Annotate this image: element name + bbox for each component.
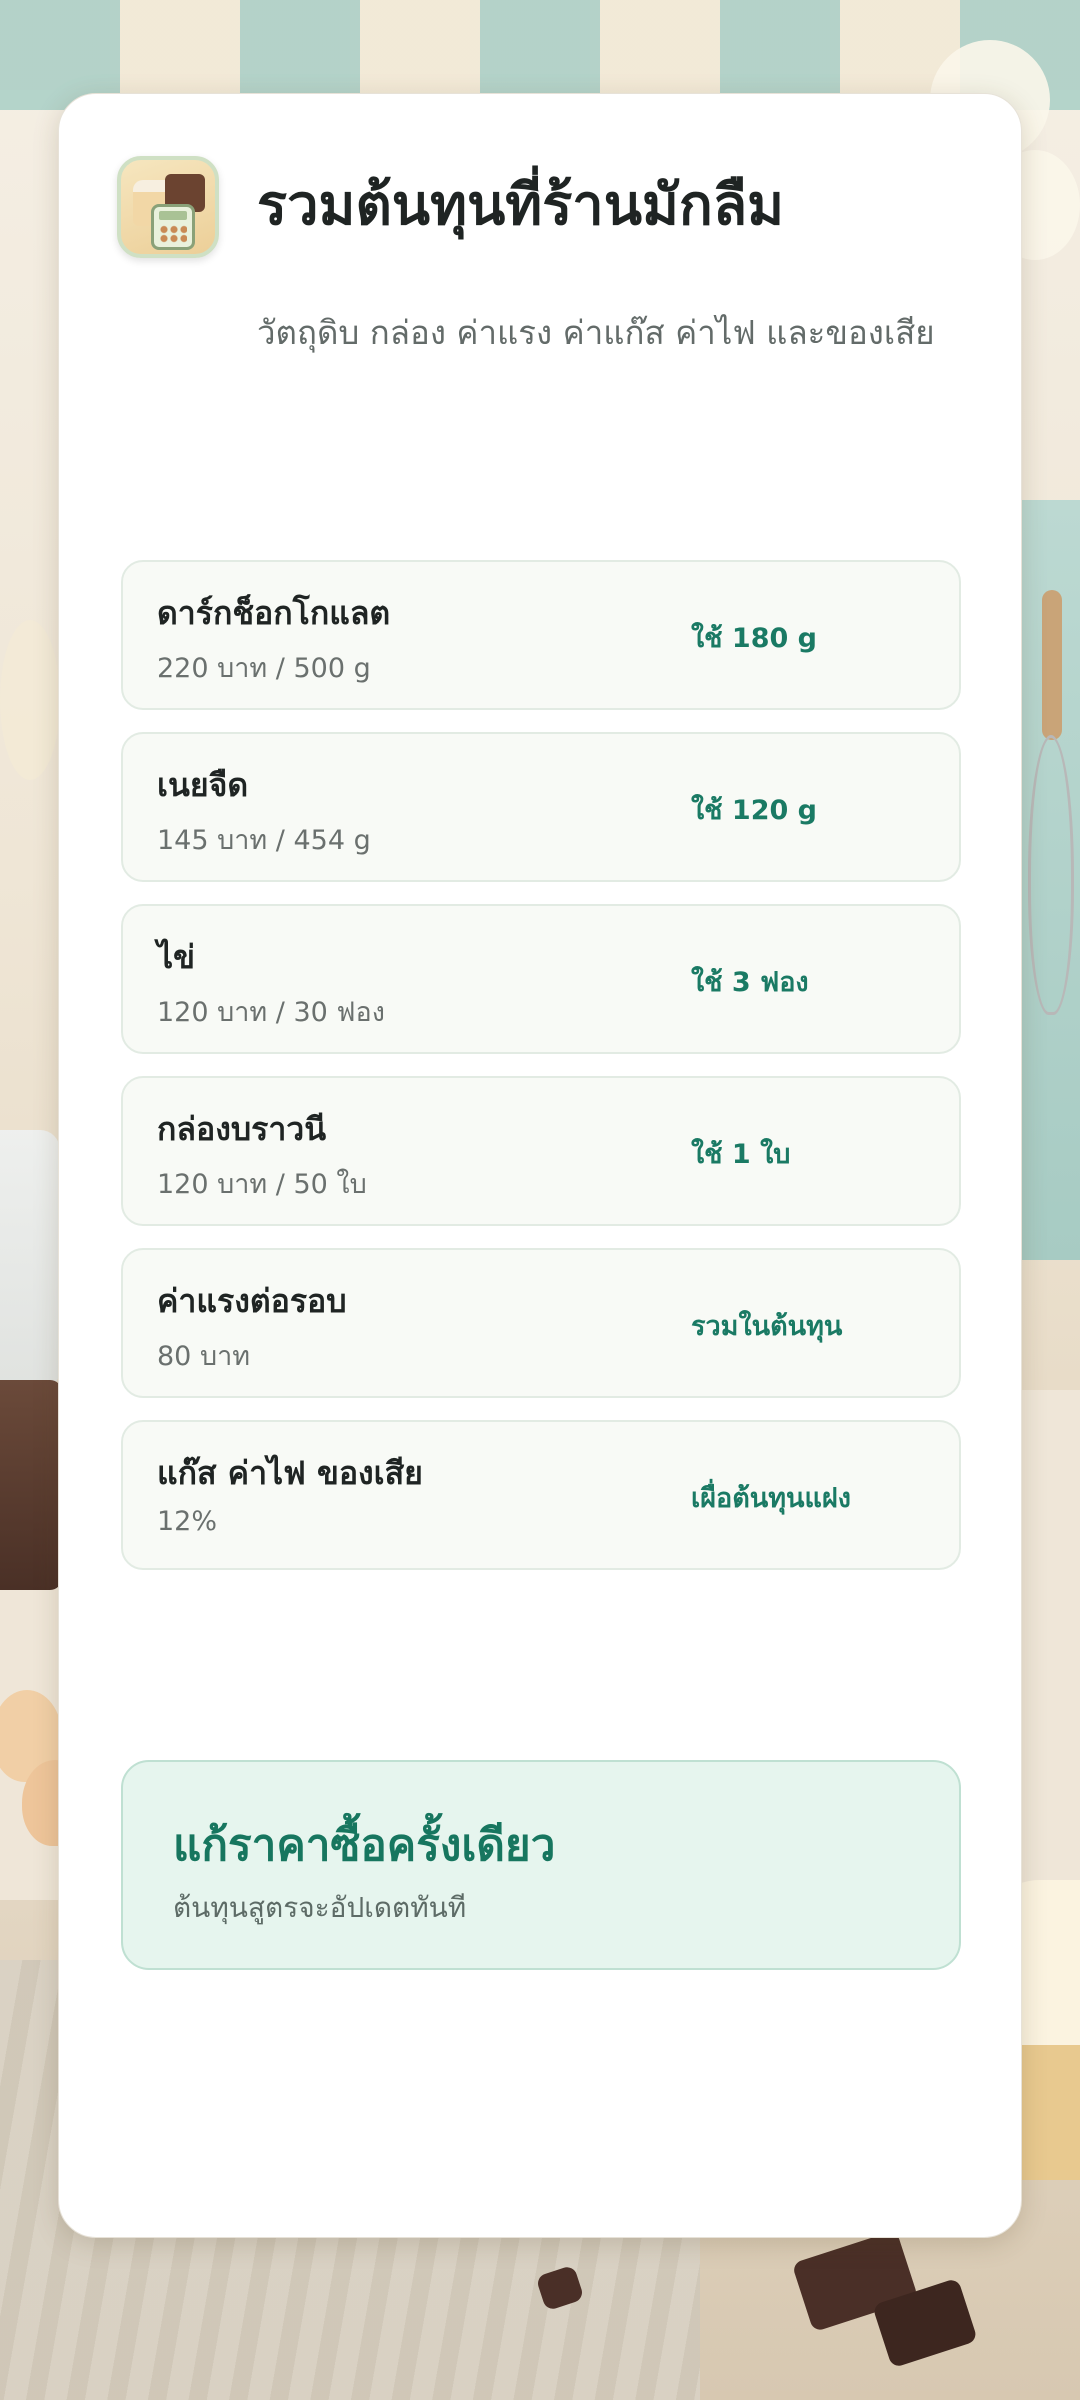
ingredient-row-eggs[interactable]: ไข่ 120 บาท / 30 ฟอง ใช้ 3 ฟอง [121,904,961,1054]
ingredient-usage: รวมในต้นทุน [691,1311,843,1342]
calculator-icon [151,204,195,250]
page-title: รวมต้นทุนที่ร้านมักลืม [257,173,785,238]
ingredient-usage: เผื่อต้นทุนแฝง [691,1483,851,1514]
cost-row-overhead[interactable]: แก๊ส ค่าไฟ ของเสีย 12% เผื่อต้นทุนแฝง [121,1420,961,1570]
ingredient-usage: ใช้ 120 g [691,795,817,826]
flower-decoration [0,620,60,780]
ingredient-name: แก๊ส ค่าไฟ ของเสีย [157,1454,423,1492]
ingredient-name: ดาร์กช็อกโกแลต [157,594,391,632]
ingredient-name: ไข่ [157,938,195,976]
ingredient-row-butter[interactable]: เนยจืด 145 บาท / 454 g ใช้ 120 g [121,732,961,882]
whisk-handle [1042,590,1062,740]
whisk-icon [1028,735,1074,1015]
cost-summary-card: รวมต้นทุนที่ร้านมักลืม วัตถุดิบ กล่อง ค่… [58,93,1022,2238]
ingredient-list: ดาร์กช็อกโกแลต 220 บาท / 500 g ใช้ 180 g… [121,560,961,1592]
ingredient-price: 80 บาท [157,1341,251,1372]
ingredient-name: ค่าแรงต่อรอบ [157,1282,347,1320]
ingredient-usage: ใช้ 1 ใบ [691,1139,791,1170]
ingredient-price: 120 บาท / 50 ใบ [157,1169,367,1200]
ingredient-name: กล่องบราวนี [157,1110,327,1148]
update-price-callout: แก้ราคาซื้อครั้งเดียว ต้นทุนสูตรจะอัปเดต… [121,1760,961,1970]
ingredient-row-brownie-box[interactable]: กล่องบราวนี 120 บาท / 50 ใบ ใช้ 1 ใบ [121,1076,961,1226]
brownie-decoration [0,1380,62,1590]
callout-title: แก้ราคาซื้อครั้งเดียว [173,1820,556,1871]
ingredient-price: 220 บาท / 500 g [157,653,371,684]
jar-decoration [0,1130,60,1390]
ingredient-row-dark-chocolate[interactable]: ดาร์กช็อกโกแลต 220 บาท / 500 g ใช้ 180 g [121,560,961,710]
ingredient-price: 12% [157,1506,218,1537]
ingredient-price: 120 บาท / 30 ฟอง [157,997,385,1028]
callout-subtitle: ต้นทุนสูตรจะอัปเดตทันที [173,1891,467,1924]
ingredient-usage: ใช้ 3 ฟอง [691,967,809,998]
ingredient-usage: ใช้ 180 g [691,623,817,654]
page-subtitle: วัตถุดิบ กล่อง ค่าแรง ค่าแก๊ส ค่าไฟ และข… [257,313,935,352]
cost-row-labor[interactable]: ค่าแรงต่อรอบ 80 บาท รวมในต้นทุน [121,1248,961,1398]
bakery-calculator-icon [117,156,219,258]
ingredient-price: 145 บาท / 454 g [157,825,371,856]
ingredient-name: เนยจืด [157,766,249,804]
